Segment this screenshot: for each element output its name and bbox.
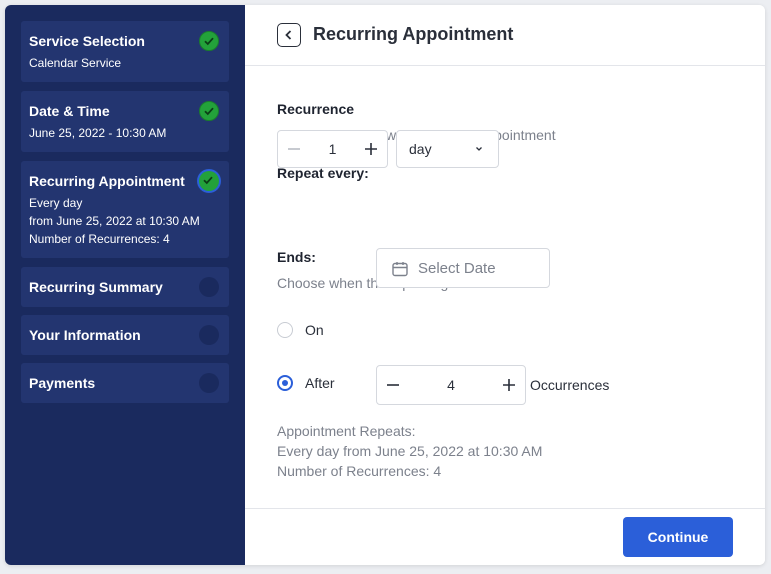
ends-heading: Ends: (277, 249, 316, 265)
step-detail: from June 25, 2022 at 10:30 AM (29, 214, 200, 228)
panel-footer: Continue (245, 508, 765, 565)
date-placeholder: Select Date (418, 260, 496, 277)
summary-count: Number of Recurrences: 4 (277, 463, 442, 479)
step-your-information[interactable]: Your Information (21, 315, 229, 355)
occurrences-label: Occurrences (530, 377, 610, 393)
back-button[interactable] (277, 23, 301, 47)
check-icon (199, 171, 219, 191)
step-title: Date & Time (29, 103, 110, 119)
continue-button[interactable]: Continue (623, 517, 733, 557)
repeat-every-stepper[interactable]: 1 (277, 130, 388, 168)
end-date-picker[interactable]: Select Date (376, 248, 550, 288)
step-detail: Number of Recurrences: 4 (29, 232, 170, 246)
chevron-left-icon (285, 30, 292, 40)
pending-circle-icon (199, 373, 219, 393)
step-recurring-summary[interactable]: Recurring Summary (21, 267, 229, 307)
repeat-unit-select[interactable]: day (396, 130, 499, 168)
ends-on-label[interactable]: On (305, 322, 324, 338)
check-icon (199, 101, 219, 121)
chevron-down-icon (476, 147, 482, 151)
plus-icon[interactable] (361, 139, 381, 159)
step-payments[interactable]: Payments (21, 363, 229, 403)
step-title: Your Information (29, 327, 141, 343)
step-title: Service Selection (29, 33, 145, 49)
steps-sidebar: Service Selection Calendar Service Date … (5, 5, 245, 565)
pending-circle-icon (199, 325, 219, 345)
step-detail: Every day (29, 196, 83, 210)
check-icon (199, 31, 219, 51)
pending-circle-icon (199, 277, 219, 297)
plus-icon[interactable] (499, 375, 519, 395)
ends-after-radio[interactable] (277, 375, 293, 391)
step-title: Recurring Summary (29, 279, 163, 295)
step-service-selection[interactable]: Service Selection Calendar Service (21, 21, 229, 82)
page-title: Recurring Appointment (313, 24, 514, 44)
step-detail: June 25, 2022 - 10:30 AM (29, 126, 167, 140)
ends-on-radio[interactable] (277, 322, 293, 338)
repeat-unit-value: day (409, 141, 432, 157)
step-recurring-appointment[interactable]: Recurring Appointment Every day from Jun… (21, 161, 229, 258)
panel-header: Recurring Appointment (245, 5, 765, 66)
repeats-summary: Appointment Repeats: Every day from June… (277, 421, 542, 481)
step-title: Recurring Appointment (29, 173, 185, 189)
step-title: Payments (29, 375, 96, 391)
calendar-icon (392, 262, 408, 277)
ends-after-label[interactable]: After (305, 375, 335, 391)
recurrence-heading: Recurrence (277, 101, 355, 117)
occurrences-stepper[interactable]: 4 (376, 365, 526, 405)
step-date-time[interactable]: Date & Time June 25, 2022 - 10:30 AM (21, 91, 229, 152)
step-detail: Calendar Service (29, 56, 122, 70)
main-panel: Recurring Appointment Recurrence Choose … (245, 5, 765, 565)
booking-window: Service Selection Calendar Service Date … (5, 5, 765, 565)
summary-heading: Appointment Repeats: (277, 423, 416, 439)
summary-schedule: Every day from June 25, 2022 at 10:30 AM (277, 443, 543, 459)
